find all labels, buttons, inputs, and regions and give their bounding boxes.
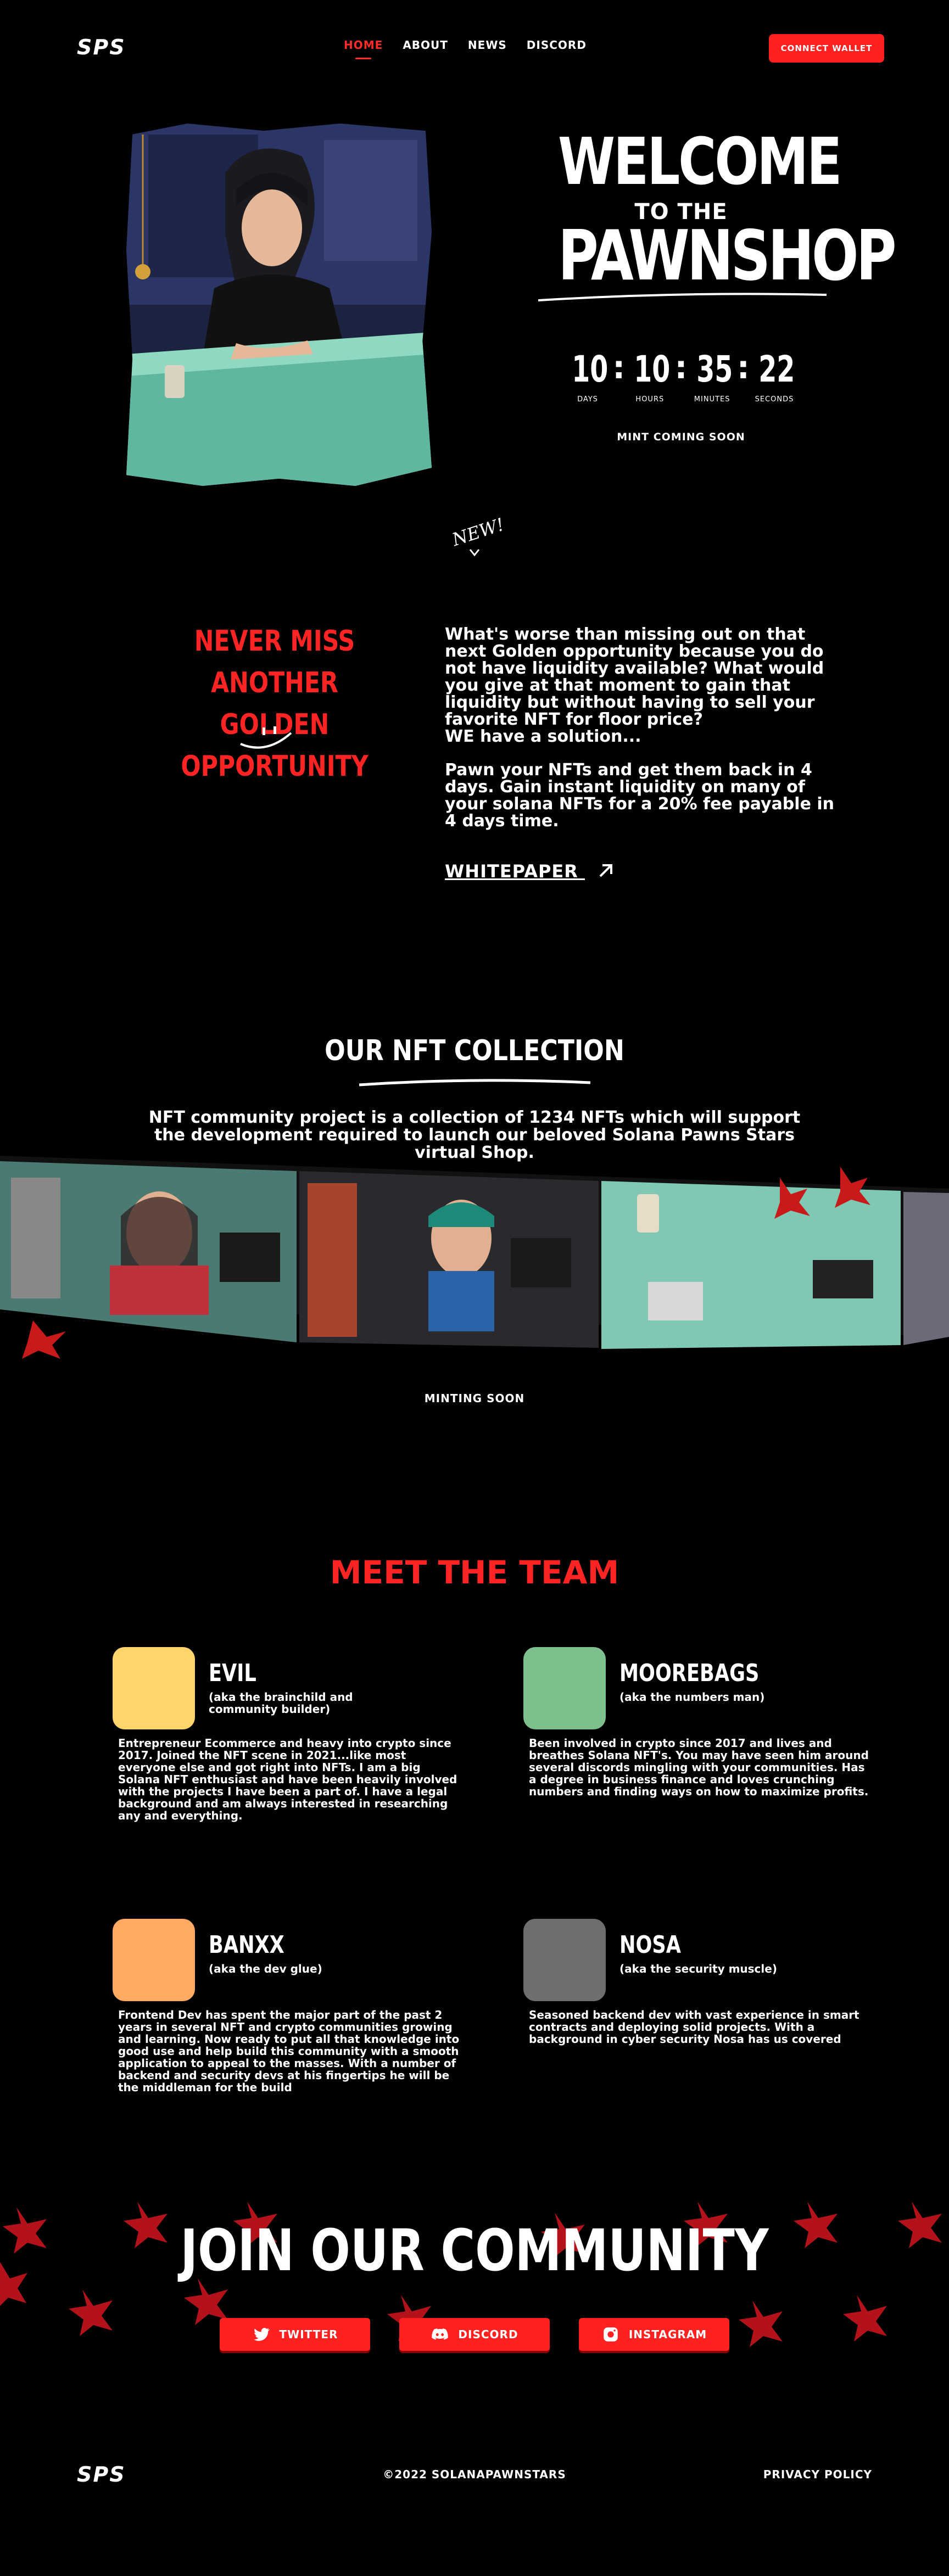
smile-icon — [240, 726, 292, 749]
welcome-heading: WELCOME TO THE PAWNSHOP — [527, 124, 897, 310]
logo[interactable]: SPS — [77, 35, 126, 59]
avatar — [113, 1919, 195, 2001]
minting-status: MINTING SOON — [424, 1392, 525, 1405]
avatar — [523, 1919, 606, 2001]
timer-minutes: 35 MINUTES — [690, 351, 734, 404]
timer-separator: : — [674, 349, 688, 386]
twitter-icon — [253, 2328, 270, 2341]
member-aka: (aka the dev glue) — [209, 1962, 322, 1975]
timer-days-label: DAYS — [577, 395, 598, 404]
member-name: BANXX — [209, 1931, 284, 1959]
timer-hours-value: 10 — [634, 348, 671, 390]
arrow-down-icon — [469, 549, 480, 557]
nav-about[interactable]: ABOUT — [403, 38, 448, 52]
whitepaper-label: WHITEPAPER — [445, 861, 578, 882]
avatar — [523, 1647, 606, 1729]
nav-discord[interactable]: DISCORD — [527, 38, 587, 52]
nft-gallery-strip — [0, 1156, 949, 1359]
connect-wallet-button[interactable]: CONNECT WALLET — [769, 34, 884, 63]
hero-illustration — [126, 124, 432, 486]
timer-days: 10 DAYS — [566, 351, 610, 404]
about-headline: NEVER MISS ANOTHER GOLDEN OPPORTUNITY — [158, 620, 392, 787]
member-aka: (aka the brainchild and community builde… — [209, 1690, 353, 1716]
member-bio: Seasoned backend dev with vast experienc… — [529, 2008, 859, 2046]
timer-separator: : — [736, 349, 750, 386]
title-underline — [359, 1079, 591, 1087]
timer-hours: 10 HOURS — [628, 351, 672, 404]
timer-minutes-label: MINUTES — [694, 395, 730, 404]
member-name: MOOREBAGS — [619, 1659, 760, 1687]
nav-links: HOME ABOUT NEWS DISCORD — [344, 38, 587, 59]
about-paragraph-1: What's worse than missing out on that ne… — [445, 625, 824, 746]
timer-days-value: 10 — [572, 348, 609, 390]
community-title: JOIN OUR COMMUNITY — [180, 2217, 769, 2284]
member-name: EVIL — [209, 1659, 256, 1687]
timer-seconds: 22 SECONDS — [752, 351, 796, 404]
member-bio: Entrepreneur Ecommerce and heavy into cr… — [118, 1737, 457, 1822]
countdown-timer: 10 DAYS : 10 HOURS : 35 MINUTES : 22 SEC… — [566, 351, 796, 404]
footer: SPS ©2022 SOLANAPAWNSTARS PRIVACY POLICY — [0, 2462, 949, 2490]
avatar — [113, 1647, 195, 1729]
discord-icon — [432, 2328, 449, 2340]
timer-seconds-value: 22 — [758, 348, 795, 390]
whitepaper-link[interactable]: WHITEPAPER — [445, 861, 616, 882]
mint-status: MINT COMING SOON — [617, 431, 745, 443]
nav-news[interactable]: NEWS — [468, 38, 507, 52]
top-nav: SPS HOME ABOUT NEWS DISCORD CONNECT WALL… — [0, 33, 949, 66]
privacy-policy-link[interactable]: PRIVACY POLICY — [763, 2468, 872, 2481]
discord-button[interactable]: DISCORD — [399, 2318, 550, 2351]
collection-title: OUR NFT COLLECTION — [325, 1034, 624, 1067]
team-title: MEET THE TEAM — [330, 1554, 619, 1591]
social-buttons: TWITTER DISCORD INSTAGRAM — [220, 2318, 729, 2351]
about-text: What's worse than missing out on that ne… — [445, 626, 851, 846]
timer-seconds-label: SECONDS — [755, 395, 794, 404]
member-bio: Frontend Dev has spent the major part of… — [118, 2008, 460, 2094]
member-bio: Been involved in crypto since 2017 and l… — [529, 1737, 869, 1798]
member-aka: (aka the numbers man) — [619, 1690, 765, 1704]
arrow-up-right-icon — [599, 864, 613, 877]
welcome-title: WELCOME — [558, 124, 842, 199]
instagram-icon — [604, 2327, 618, 2342]
nav-home[interactable]: HOME — [344, 38, 383, 59]
member-aka: (aka the security muscle) — [619, 1962, 777, 1975]
about-paragraph-2: Pawn your NFTs and get them back in 4 da… — [445, 760, 834, 831]
pawnshop-title: PAWNSHOP — [558, 215, 897, 296]
timer-minutes-value: 35 — [696, 348, 733, 390]
instagram-label: INSTAGRAM — [628, 2328, 707, 2341]
new-note: NEW! — [449, 513, 507, 551]
instagram-button[interactable]: INSTAGRAM — [579, 2318, 729, 2351]
discord-label: DISCORD — [458, 2328, 518, 2341]
timer-separator: : — [612, 349, 626, 386]
timer-hours-label: HOURS — [635, 395, 665, 404]
twitter-label: TWITTER — [279, 2328, 338, 2341]
collection-description: NFT community project is a collection of… — [148, 1108, 801, 1162]
member-name: NOSA — [619, 1931, 681, 1959]
headline-line-1: NEVER MISS ANOTHER — [194, 625, 355, 699]
twitter-button[interactable]: TWITTER — [220, 2318, 370, 2351]
